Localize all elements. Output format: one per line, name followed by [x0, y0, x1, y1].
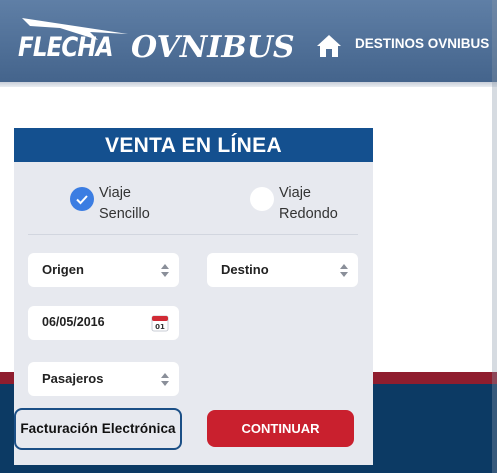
nav-destinos-ovnibus[interactable]: DESTINOS OVNIBUS	[355, 36, 489, 51]
destination-select-value: Destino	[221, 262, 269, 277]
ovnibus-logo[interactable]: OVNIBUS	[131, 30, 295, 65]
select-arrows-icon	[161, 264, 169, 277]
select-arrows-icon	[340, 264, 348, 277]
home-icon[interactable]	[316, 34, 342, 58]
select-arrows-icon	[161, 373, 169, 386]
passengers-select-value: Pasajeros	[42, 371, 104, 386]
origin-select-value: Origen	[42, 262, 84, 277]
divider	[28, 234, 358, 235]
origin-select[interactable]: Origen	[28, 253, 179, 287]
scrollbar-edge	[492, 0, 497, 473]
round-trip-label-line1[interactable]: Viaje	[279, 183, 311, 204]
calendar-icon[interactable]: 01	[151, 314, 169, 332]
header-divider	[0, 82, 497, 87]
destination-select[interactable]: Destino	[207, 253, 358, 287]
date-input-value: 06/05/2016	[42, 315, 105, 329]
checkmark-icon	[76, 195, 88, 205]
panel-title: VENTA EN LÍNEA	[14, 128, 373, 162]
passengers-select[interactable]: Pasajeros	[28, 362, 179, 396]
date-input[interactable]: 06/05/2016 01	[28, 306, 179, 340]
one-way-radio[interactable]	[70, 187, 94, 211]
flecha-logo[interactable]: FLECHA	[18, 32, 114, 63]
round-trip-radio[interactable]	[250, 187, 274, 211]
invoice-button[interactable]: Facturación Electrónica	[14, 408, 182, 450]
one-way-label-line2[interactable]: Sencillo	[99, 204, 150, 225]
calendar-day-label: 01	[155, 323, 165, 331]
continue-button[interactable]: CONTINUAR	[207, 410, 354, 447]
round-trip-label-line2[interactable]: Redondo	[279, 204, 338, 225]
one-way-label-line1[interactable]: Viaje	[99, 183, 131, 204]
